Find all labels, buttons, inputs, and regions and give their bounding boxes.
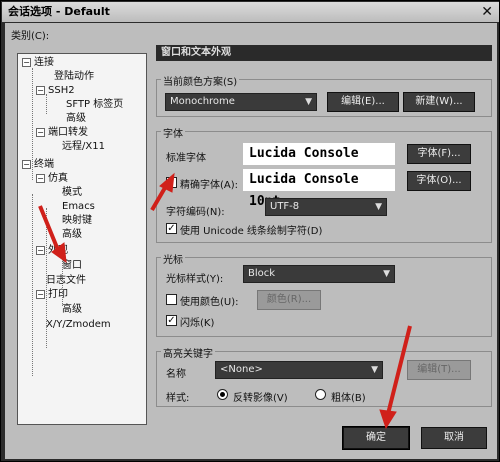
arrow-to-appearance (38, 205, 60, 251)
arrow-to-precise-font (150, 184, 168, 212)
arrow-to-ok (386, 325, 412, 415)
arrowhead-ok (379, 409, 397, 430)
arrowhead-appearance (51, 242, 67, 264)
annotation-arrows (38, 172, 412, 430)
